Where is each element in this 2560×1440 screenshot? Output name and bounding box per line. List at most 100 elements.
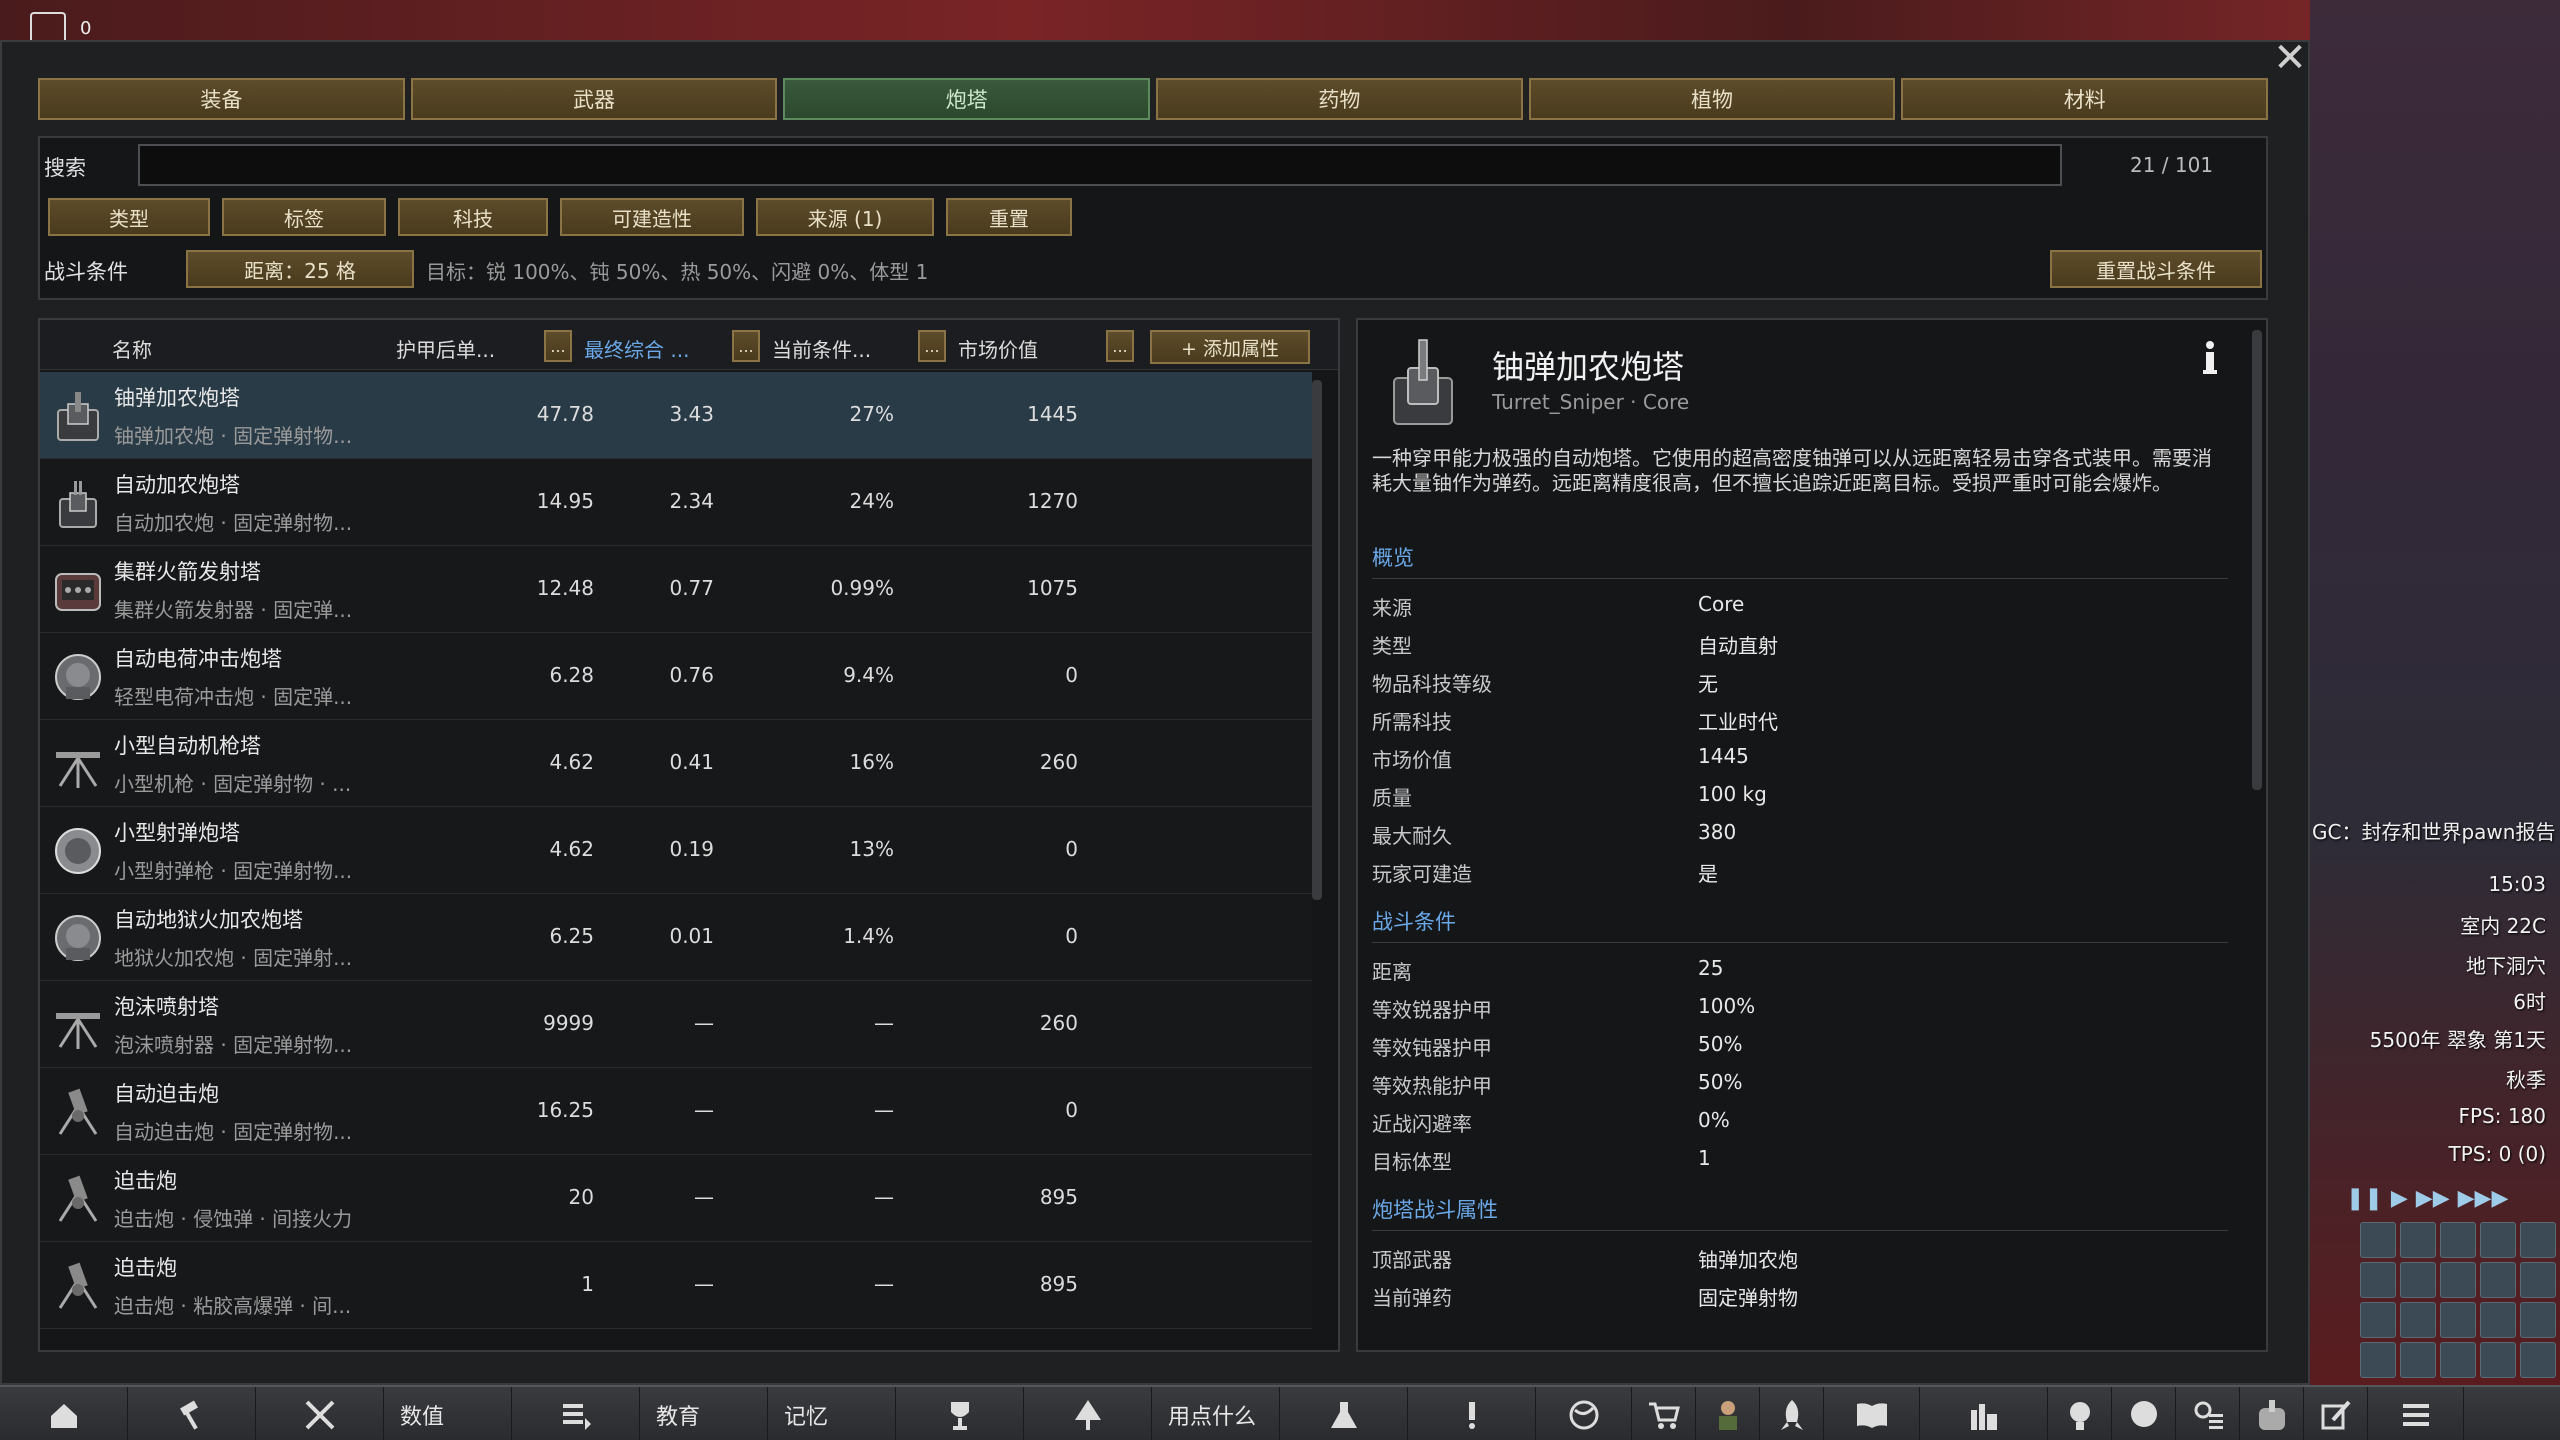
main-tab-button[interactable] (2240, 1387, 2304, 1440)
toggle-button[interactable] (2480, 1302, 2516, 1338)
main-tab-button[interactable] (1408, 1387, 1536, 1440)
tab-5[interactable]: 材料 (1901, 78, 2269, 120)
tab-4[interactable]: 植物 (1528, 78, 1896, 120)
toggle-button[interactable] (2440, 1262, 2476, 1298)
main-tab-button[interactable] (1696, 1387, 1760, 1440)
toggle-button[interactable] (2440, 1222, 2476, 1258)
filter-tag-button[interactable]: 标签 (222, 198, 386, 236)
filter-buildable-button[interactable]: 可建造性 (560, 198, 744, 236)
main-tab-button[interactable]: 记忆 (768, 1387, 896, 1440)
main-tab-button[interactable] (1824, 1387, 1920, 1440)
colonist-count-icon[interactable] (30, 12, 66, 40)
detail-row: 顶部武器 铀弹加农炮 (1372, 1238, 2228, 1274)
header-col1-menu-button[interactable]: ... (544, 330, 572, 362)
close-icon[interactable]: ✕ (2270, 38, 2310, 78)
header-final-score[interactable]: 最终综合 ... (584, 334, 689, 363)
main-tab-button[interactable] (2048, 1387, 2112, 1440)
detail-section-title: 战斗条件 (1372, 906, 2228, 943)
toggle-button[interactable] (2400, 1342, 2436, 1378)
fast-icon[interactable]: ▶▶ (2416, 1186, 2450, 1211)
toggle-button[interactable] (2480, 1342, 2516, 1378)
table-row[interactable]: 自动加农炮塔 自动加农炮 · 固定弹射物... 14.95 2.34 24% 1270 (40, 459, 1312, 546)
main-tab-button[interactable] (0, 1387, 128, 1440)
row-market-value: 1270 (1027, 489, 1078, 513)
table-row[interactable]: 小型自动机枪塔 小型机枪 · 固定弹射物 · ... 4.62 0.41 16% 260 (40, 720, 1312, 807)
info-icon[interactable] (2198, 340, 2222, 376)
tab-0[interactable]: 装备 (38, 78, 405, 120)
toggle-button[interactable] (2400, 1302, 2436, 1338)
toggle-button[interactable] (2520, 1302, 2556, 1338)
tab-2[interactable]: 炮塔 (783, 78, 1151, 120)
search-input[interactable] (138, 144, 2062, 186)
tab-3[interactable]: 药物 (1156, 78, 1523, 120)
header-col4-menu-button[interactable]: ... (1106, 330, 1134, 362)
main-tab-button[interactable] (896, 1387, 1024, 1440)
main-tab-button[interactable] (1920, 1387, 2048, 1440)
table-row[interactable]: 自动电荷冲击炮塔 轻型电荷冲击炮 · 固定弹... 6.28 0.76 9.4% 0 (40, 633, 1312, 720)
play-icon[interactable]: ▶ (2391, 1186, 2408, 1211)
table-row[interactable]: 迫击炮 迫击炮 · 粘胶高爆弹 · 间... 1 — — 895 (40, 1242, 1312, 1329)
main-tab-button[interactable]: 数值 (384, 1387, 512, 1440)
detail-scrollbar[interactable] (2252, 330, 2262, 790)
toggle-button[interactable] (2360, 1262, 2396, 1298)
main-tab-button[interactable]: 教育 (640, 1387, 768, 1440)
toggle-button[interactable] (2360, 1222, 2396, 1258)
main-tab-button[interactable] (128, 1387, 256, 1440)
main-tab-button[interactable] (1024, 1387, 1152, 1440)
header-market-value[interactable]: 市场价值 (958, 334, 1038, 363)
toggle-button[interactable] (2400, 1262, 2436, 1298)
toggle-button[interactable] (2480, 1262, 2516, 1298)
list-scrollbar[interactable] (1312, 380, 1322, 900)
turret-list-panel: 名称 护甲后单... ... 最终综合 ... ... 当前条件... ... … (38, 318, 1340, 1352)
hud-time: 15:03 (2488, 872, 2546, 896)
header-col3-menu-button[interactable]: ... (918, 330, 946, 362)
toggle-button[interactable] (2360, 1342, 2396, 1378)
header-col2-menu-button[interactable]: ... (732, 330, 760, 362)
main-tab-button[interactable] (2368, 1387, 2464, 1440)
header-name[interactable]: 名称 (112, 334, 152, 363)
toggle-button[interactable] (2520, 1262, 2556, 1298)
home-icon (50, 1403, 77, 1428)
toggle-button[interactable] (2400, 1222, 2436, 1258)
pause-icon[interactable]: ❚❚ (2346, 1186, 2383, 1211)
header-current-condition[interactable]: 当前条件... (772, 334, 871, 363)
filter-reset-button[interactable]: 重置 (946, 198, 1072, 236)
table-row[interactable]: 自动地狱火加农炮塔 地狱火加农炮 · 固定弹射... 6.25 0.01 1.4% 0 (40, 894, 1312, 981)
table-row[interactable]: 迫击炮 迫击炮 · 侵蚀弹 · 间接火力 20 — — 895 (40, 1155, 1312, 1242)
main-tab-button[interactable] (2304, 1387, 2368, 1440)
main-tab-button[interactable] (1760, 1387, 1824, 1440)
tab-1[interactable]: 武器 (410, 78, 778, 120)
toggle-button[interactable] (2440, 1302, 2476, 1338)
table-row[interactable]: 集群火箭发射塔 集群火箭发射器 · 固定弹... 12.48 0.77 0.99% 107… (40, 546, 1312, 633)
add-attribute-button[interactable]: + 添加属性 (1150, 330, 1310, 364)
filter-source-button[interactable]: 来源 (1) (756, 198, 934, 236)
table-row[interactable]: 泡沫喷射塔 泡沫喷射器 · 固定弹射物... 9999 — — 260 (40, 981, 1312, 1068)
main-tab-button[interactable]: 用点什么 (1152, 1387, 1280, 1440)
main-tab-button[interactable] (512, 1387, 640, 1440)
mortar-turret-icon (58, 1175, 98, 1222)
filter-tech-button[interactable]: 科技 (398, 198, 548, 236)
toggle-button[interactable] (2360, 1302, 2396, 1338)
toggle-button[interactable] (2520, 1222, 2556, 1258)
toggle-button[interactable] (2440, 1342, 2476, 1378)
header-armor-damage[interactable]: 护甲后单... (396, 334, 495, 363)
main-tab-button[interactable] (1632, 1387, 1696, 1440)
main-tab-button[interactable] (1280, 1387, 1408, 1440)
table-row[interactable]: 自动迫击炮 自动迫击炮 · 固定弹射物... 16.25 — — 0 (40, 1068, 1312, 1155)
table-row[interactable]: 铀弹加农炮塔 铀弹加农炮 · 固定弹射物... 47.78 3.43 27% 1445 (40, 372, 1312, 459)
main-tab-button[interactable] (256, 1387, 384, 1440)
toggle-button[interactable] (2480, 1222, 2516, 1258)
row-current-condition: 1.4% (843, 924, 894, 948)
superfast-icon[interactable]: ▶▶▶ (2458, 1186, 2509, 1211)
main-tab-button[interactable] (1536, 1387, 1632, 1440)
combat-distance-button[interactable]: 距离：25 格 (186, 250, 414, 288)
gc-report-text[interactable]: GC：封存和世界pawn报告 (2312, 816, 2555, 845)
gear-list-icon (2194, 1401, 2223, 1429)
main-tab-button[interactable] (2176, 1387, 2240, 1440)
toggle-button[interactable] (2520, 1342, 2556, 1378)
reset-combat-button[interactable]: 重置战斗条件 (2050, 250, 2262, 288)
table-row[interactable]: 小型射弹炮塔 小型射弹枪 · 固定弹射物... 4.62 0.19 13% 0 (40, 807, 1312, 894)
world-map-view[interactable] (2310, 0, 2560, 1385)
main-tab-button[interactable] (2112, 1387, 2176, 1440)
filter-type-button[interactable]: 类型 (48, 198, 210, 236)
